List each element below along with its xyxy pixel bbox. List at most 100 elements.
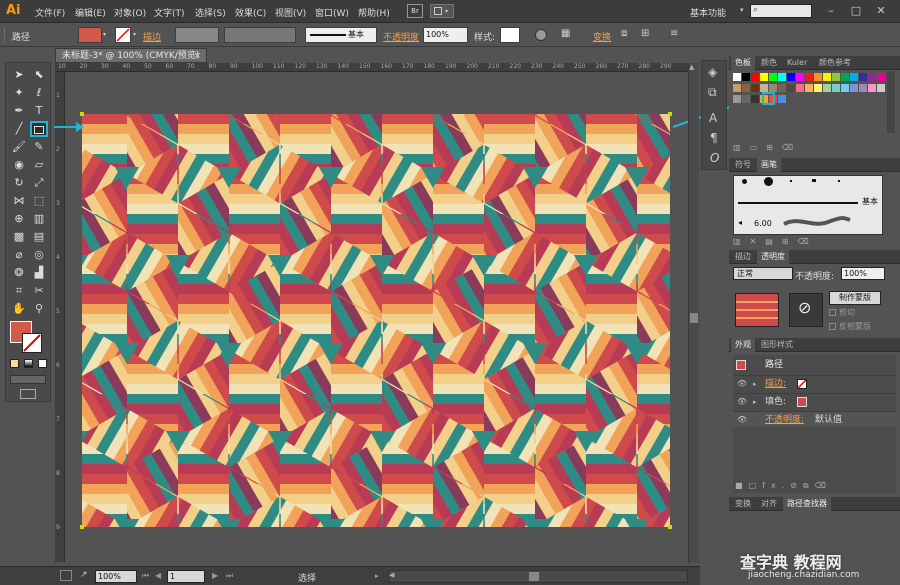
eye-icon[interactable]: 👁 — [737, 376, 747, 392]
arrange-documents-button[interactable]: ▾ — [430, 4, 454, 18]
horizontal-scrollbar[interactable]: ◀ — [388, 570, 688, 583]
new-brush-icon[interactable]: ⊞ — [782, 237, 798, 246]
eyedropper-icon[interactable]: ⌀ — [10, 247, 28, 263]
gradient-tool-icon[interactable]: ▤ — [30, 229, 48, 245]
duplicate-icon[interactable]: ⧉ — [803, 481, 815, 490]
swatch[interactable] — [787, 73, 795, 81]
swatch[interactable] — [733, 73, 741, 81]
layers-icon[interactable]: ◈ — [708, 65, 717, 79]
gradient-mode-icon[interactable] — [24, 359, 33, 368]
delete-icon[interactable]: ⌫ — [815, 481, 832, 490]
slice-tool-icon[interactable]: ✂ — [30, 283, 48, 299]
stroke-none-swatch[interactable] — [797, 379, 807, 389]
first-page-icon[interactable]: ⏮ — [142, 571, 149, 581]
stroke-weight-field[interactable] — [175, 27, 219, 43]
options-icon[interactable]: ▤ — [765, 237, 782, 246]
menu-object[interactable]: 对象(O) — [114, 6, 146, 19]
maximize-button[interactable]: □ — [845, 3, 867, 18]
color-mode-icon[interactable] — [10, 359, 19, 368]
eye-icon[interactable]: 👁 — [737, 412, 747, 428]
stroke-swatch[interactable] — [115, 27, 131, 43]
scroll-thumb[interactable] — [529, 572, 539, 581]
screen-mode-icon[interactable] — [20, 389, 36, 399]
bridge-button[interactable]: Br — [407, 4, 423, 18]
tab-graphic-styles[interactable]: 图形样式 — [757, 338, 797, 352]
anchor-point[interactable] — [668, 525, 672, 529]
swatch[interactable] — [760, 84, 768, 92]
menu-file[interactable]: 文件(F) — [35, 6, 65, 19]
tab-color[interactable]: 颜色 — [757, 56, 781, 70]
swatch[interactable] — [751, 73, 759, 81]
menu-help[interactable]: 帮助(H) — [358, 6, 390, 19]
pencil-icon[interactable]: ✎ — [30, 139, 48, 155]
stroke-label-link[interactable]: 描边 — [143, 30, 161, 43]
swatch[interactable] — [877, 84, 885, 92]
swatch[interactable] — [796, 73, 804, 81]
artboard-nav-icon[interactable] — [60, 570, 72, 581]
swatch[interactable] — [769, 73, 777, 81]
swatch[interactable] — [805, 73, 813, 81]
pen-tool-icon[interactable]: ✒ — [10, 103, 28, 119]
eye-icon[interactable]: 👁 — [737, 394, 747, 410]
make-mask-button[interactable]: 制作蒙版 — [829, 291, 881, 305]
tab-kuler[interactable]: Kuler — [783, 56, 811, 70]
tab-stroke[interactable]: 描边 — [731, 250, 755, 264]
new-color-group-icon[interactable]: ▭ — [750, 143, 767, 152]
minimize-button[interactable]: – — [820, 3, 842, 18]
chevron-right-icon[interactable]: ▸ — [753, 394, 757, 410]
panel-scrollbar[interactable] — [887, 71, 895, 133]
brush-library[interactable]: 基本 ◂ 6.00 — [733, 175, 883, 235]
swatch[interactable] — [841, 73, 849, 81]
fill-pattern-swatch[interactable] — [797, 397, 807, 407]
blob-brush-icon[interactable]: ◉ — [10, 157, 28, 173]
swatch[interactable] — [823, 84, 831, 92]
swatch[interactable] — [850, 84, 858, 92]
swatch[interactable] — [823, 73, 831, 81]
brush-definition-dropdown[interactable]: 基本 — [305, 27, 377, 43]
swatch[interactable] — [877, 73, 885, 81]
lasso-icon[interactable]: ℓ — [30, 85, 48, 101]
swatch[interactable] — [868, 73, 876, 81]
swatch-library-icon[interactable]: ▥ — [733, 143, 750, 152]
zoom-tool-icon[interactable]: ⚲ — [30, 301, 48, 317]
swatch[interactable] — [760, 73, 768, 81]
search-input[interactable]: ⌕ — [750, 4, 812, 18]
width-tool-icon[interactable]: ⋈ — [10, 193, 28, 209]
delete-icon[interactable]: ⌫ — [782, 143, 802, 152]
menu-select[interactable]: 选择(S) — [195, 6, 226, 19]
chevron-right-icon[interactable]: ▸ — [375, 572, 379, 580]
selected-swatch-highlight[interactable] — [762, 92, 775, 105]
export-icon[interactable]: ↗ — [80, 570, 88, 580]
menu-window[interactable]: 窗口(W) — [315, 6, 349, 19]
new-art-icon[interactable]: ■ — [735, 481, 749, 490]
isolate-icon[interactable]: ⧈ — [621, 28, 627, 39]
symbol-sprayer-icon[interactable]: ❂ — [10, 265, 28, 281]
perspective-grid-icon[interactable]: ▥ — [30, 211, 48, 227]
swatch[interactable] — [841, 84, 849, 92]
swatch[interactable] — [787, 84, 795, 92]
artboard-tool-icon[interactable]: ⌗ — [10, 283, 28, 299]
scroll-left-icon[interactable]: ◀ — [389, 571, 394, 579]
appearance-row-opacity[interactable]: 👁 不透明度: 默认值 — [733, 411, 896, 427]
hand-tool-icon[interactable]: ✋ — [10, 301, 28, 317]
prev-page-icon[interactable]: ◀ — [155, 571, 161, 580]
swatch-grid[interactable] — [733, 73, 885, 143]
brush-library-icon[interactable]: ▥ — [733, 237, 750, 246]
brush-dot-large[interactable] — [764, 177, 773, 186]
close-icon[interactable]: × — [193, 49, 201, 63]
swatch[interactable] — [859, 84, 867, 92]
swatch[interactable] — [778, 95, 786, 103]
swatch[interactable] — [742, 84, 750, 92]
workspace-switcher[interactable]: 基本功能 — [690, 6, 726, 19]
rotate-tool-icon[interactable]: ↻ — [10, 175, 28, 191]
tab-appearance[interactable]: 外观 — [731, 338, 755, 352]
swatch[interactable] — [733, 84, 741, 92]
tab-swatches[interactable]: 色板 — [731, 56, 755, 70]
eraser-icon[interactable]: ▱ — [30, 157, 48, 173]
swatch[interactable] — [733, 95, 741, 103]
clear-icon[interactable]: ⊘ — [790, 481, 803, 490]
scale-tool-icon[interactable]: ⤢ — [30, 175, 48, 191]
stroke-color-box[interactable] — [22, 333, 42, 353]
swatch[interactable] — [814, 73, 822, 81]
brush-dot-small[interactable] — [742, 179, 747, 184]
